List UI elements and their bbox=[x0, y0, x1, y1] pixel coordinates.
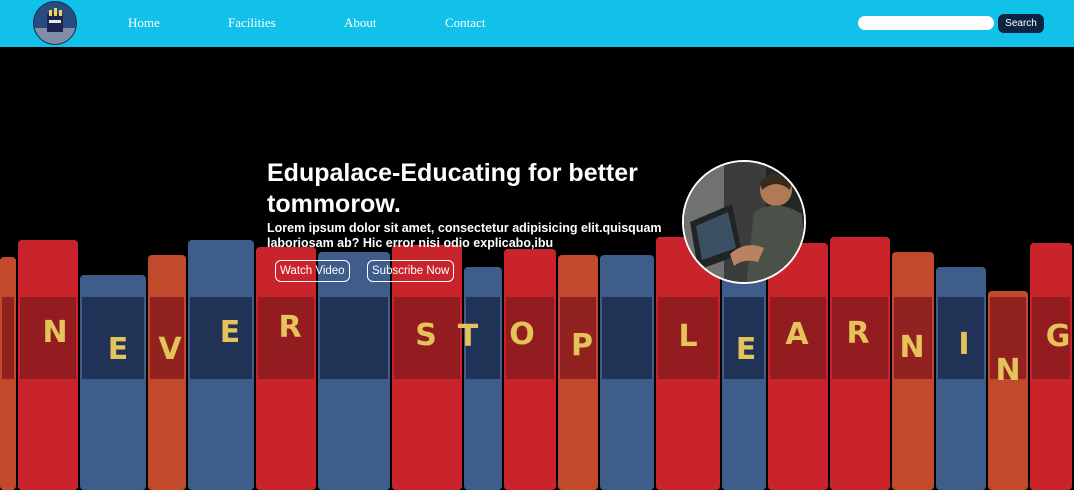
search-input[interactable] bbox=[858, 16, 994, 30]
book-label-band bbox=[2, 297, 14, 379]
banner-letter: N bbox=[42, 315, 67, 350]
hero-title: Edupalace-Educating for better tommorow. bbox=[267, 159, 638, 218]
subscribe-now-button[interactable]: Subscribe Now bbox=[367, 260, 455, 282]
hero-description: Lorem ipsum dolor sit amet, consectetur … bbox=[267, 221, 662, 250]
banner-letter: P bbox=[571, 328, 593, 363]
banner-letter: E bbox=[220, 315, 241, 350]
banner-letter: V bbox=[158, 332, 182, 367]
books-background-image: N E V E R S T O P L E A R N ING bbox=[0, 237, 1072, 490]
school-logo-icon[interactable] bbox=[33, 1, 77, 45]
banner-letter: A bbox=[785, 317, 809, 352]
navbar: Home Facilities About Contact Search bbox=[0, 0, 1074, 47]
search-button[interactable]: Search bbox=[998, 14, 1044, 33]
banner-letter: R bbox=[278, 310, 301, 345]
banner-letter: N bbox=[899, 330, 924, 365]
person-at-laptop-image bbox=[684, 162, 804, 282]
banner-letter: T bbox=[458, 319, 479, 354]
banner-letter: E bbox=[108, 332, 129, 367]
hero-section: NEVERSTOPLEARNING Edupalace-Educating fo… bbox=[0, 47, 1074, 490]
book-label-band bbox=[320, 297, 388, 379]
nav-contact-link[interactable]: Contact bbox=[445, 15, 485, 31]
banner-letter: I bbox=[958, 327, 969, 362]
banner-letter: S bbox=[415, 318, 437, 353]
watch-video-button[interactable]: Watch Video bbox=[275, 260, 350, 282]
banner-letter: R bbox=[846, 316, 869, 351]
nav-home-link[interactable]: Home bbox=[128, 15, 160, 31]
book-label-band bbox=[602, 297, 652, 379]
nav-facilities-link[interactable]: Facilities bbox=[228, 15, 276, 31]
banner-letter: O bbox=[509, 317, 535, 352]
avatar bbox=[682, 160, 806, 284]
nav-about-link[interactable]: About bbox=[344, 15, 377, 31]
banner-letter: G bbox=[1046, 319, 1071, 354]
banner-letter: N bbox=[995, 353, 1020, 388]
banner-letter: E bbox=[736, 332, 757, 367]
banner-letter: L bbox=[678, 319, 697, 354]
